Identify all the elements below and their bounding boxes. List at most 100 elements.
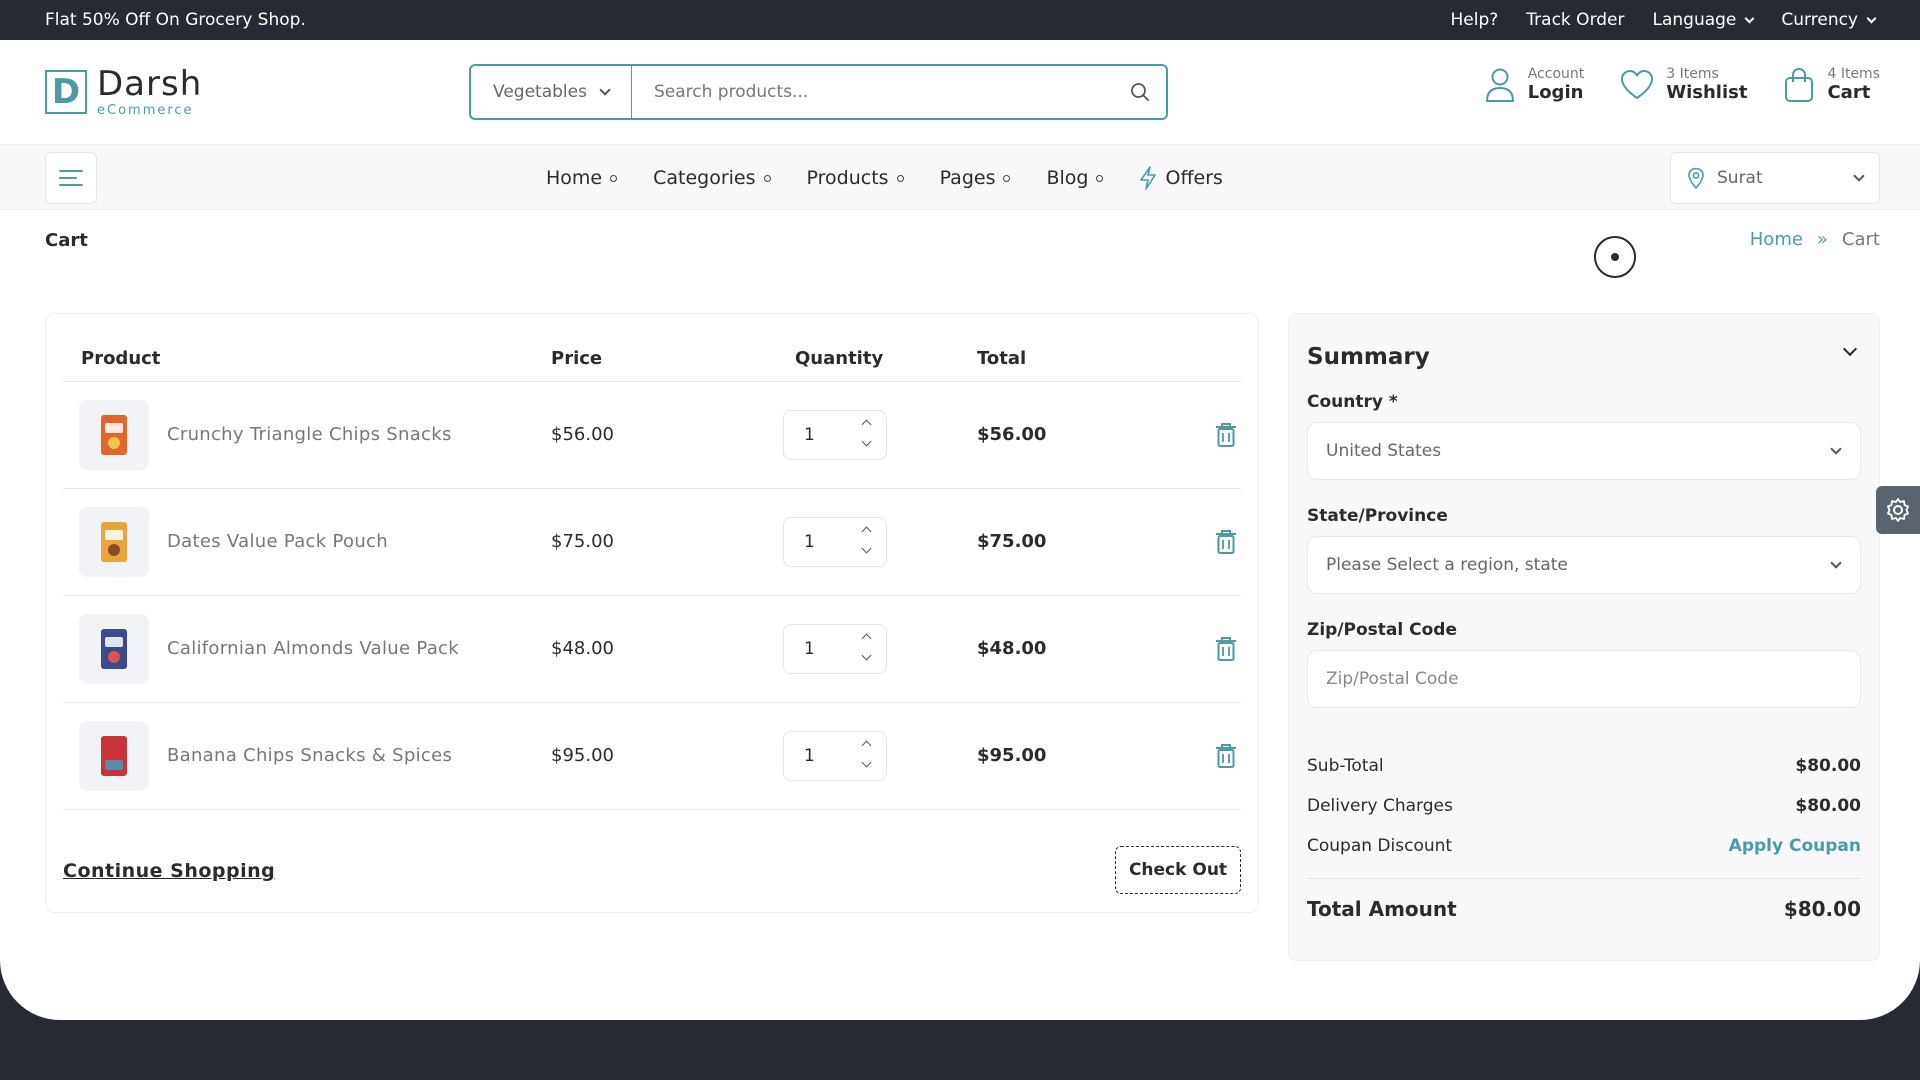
shopping-bag-icon <box>1785 67 1814 102</box>
coupon-label: Coupan Discount <box>1307 836 1453 856</box>
delete-item-button[interactable] <box>1215 422 1237 452</box>
quantity-stepper[interactable]: 1 <box>783 410 887 460</box>
menu-icon <box>59 170 83 186</box>
apply-coupon-link[interactable]: Apply Coupan <box>1729 836 1861 856</box>
quantity-stepper[interactable]: 1 <box>783 624 887 674</box>
heart-icon <box>1621 69 1654 99</box>
continue-shopping-link[interactable]: Continue Shopping <box>63 860 275 882</box>
logo[interactable]: D Darsh eCommerce <box>45 67 202 117</box>
chevron-down-icon[interactable] <box>861 650 872 661</box>
chevron-up-icon[interactable] <box>861 633 872 644</box>
chevron-up-icon[interactable] <box>861 419 872 430</box>
product-name[interactable]: Banana Chips Snacks & Spices <box>167 745 452 766</box>
nav-item-home[interactable]: Home <box>546 167 618 189</box>
row-total: $95.00 <box>977 745 1047 766</box>
chevron-up-icon[interactable] <box>861 526 872 537</box>
checkout-button[interactable]: Check Out <box>1115 846 1241 894</box>
delete-item-button[interactable] <box>1215 743 1237 773</box>
subtotal-label: Sub-Total <box>1307 756 1384 776</box>
row-total: $48.00 <box>977 638 1047 659</box>
trash-icon <box>1216 637 1236 661</box>
chevron-down-icon[interactable] <box>861 436 872 447</box>
product-name[interactable]: Californian Almonds Value Pack <box>167 638 459 659</box>
header: D Darsh eCommerce Vegetables Account Log… <box>0 40 1920 144</box>
chevron-down-icon[interactable] <box>861 543 872 554</box>
quantity-stepper[interactable]: 1 <box>783 731 887 781</box>
trash-icon <box>1216 530 1236 554</box>
breadcrumb-current: Cart <box>1841 229 1880 250</box>
dot-icon <box>763 174 771 182</box>
logo-mark: D <box>45 70 87 114</box>
dot-icon <box>1003 174 1011 182</box>
country-select[interactable]: United States <box>1307 422 1861 480</box>
cart-row: Californian Almonds Value Pack $48.00 1 … <box>63 596 1241 703</box>
cart-label: Cart <box>1827 82 1871 103</box>
search-icon[interactable] <box>1114 82 1166 102</box>
account-small-label: Account <box>1527 66 1585 82</box>
state-select[interactable]: Please Select a region, state <box>1307 536 1861 594</box>
location-select[interactable]: Surat <box>1670 152 1880 204</box>
account-login[interactable]: Account Login <box>1484 66 1585 103</box>
location-label: Surat <box>1717 168 1763 188</box>
nav-item-categories[interactable]: Categories <box>653 167 771 189</box>
dot-icon <box>610 174 618 182</box>
delivery-label: Delivery Charges <box>1307 796 1453 816</box>
chevron-down-icon[interactable] <box>861 757 872 768</box>
quantity-stepper[interactable]: 1 <box>783 517 887 567</box>
cart-row: Banana Chips Snacks & Spices $95.00 1 $9… <box>63 703 1241 810</box>
track-order-link[interactable]: Track Order <box>1526 10 1624 30</box>
product-pack-icon <box>101 629 127 669</box>
country-label: Country * <box>1307 392 1398 412</box>
nav-item-label: Home <box>546 167 603 189</box>
settings-button[interactable] <box>1876 486 1920 534</box>
help-link[interactable]: Help? <box>1451 10 1499 30</box>
product-name[interactable]: Crunchy Triangle Chips Snacks <box>167 424 452 445</box>
menu-toggle-button[interactable] <box>45 152 97 204</box>
product-name[interactable]: Dates Value Pack Pouch <box>167 531 388 552</box>
summary-header[interactable]: Summary <box>1307 314 1861 378</box>
wishlist-link[interactable]: 3 Items Wishlist <box>1620 66 1747 103</box>
breadcrumb-home[interactable]: Home <box>1750 229 1803 250</box>
search-input[interactable] <box>632 66 1114 118</box>
product-pack-icon <box>101 415 127 455</box>
product-price: $75.00 <box>551 531 614 552</box>
coupon-line: Coupan Discount Apply Coupan <box>1307 826 1861 866</box>
nav-item-products[interactable]: Products <box>807 167 904 189</box>
cart-table-header: Product Price Quantity Total <box>63 314 1241 382</box>
dot-icon <box>1096 174 1104 182</box>
cart-link[interactable]: 4 Items Cart <box>1783 66 1880 103</box>
nav-item-offers[interactable]: Offers <box>1139 166 1223 190</box>
delete-item-button[interactable] <box>1215 529 1237 559</box>
nav-item-blog[interactable]: Blog <box>1046 167 1104 189</box>
language-dropdown[interactable]: Language <box>1652 10 1755 30</box>
total-line: Total Amount $80.00 <box>1307 878 1861 921</box>
cart-footer: Continue Shopping Check Out <box>63 810 1241 930</box>
country-value: United States <box>1326 441 1442 461</box>
column-header-product: Product <box>81 348 161 369</box>
chevron-down-icon <box>599 83 611 96</box>
product-thumbnail[interactable] <box>79 614 149 684</box>
promo-text: Flat 50% Off On Grocery Shop. <box>45 10 306 30</box>
currency-dropdown[interactable]: Currency <box>1781 10 1877 30</box>
search-category-select[interactable]: Vegetables <box>471 66 632 118</box>
product-thumbnail[interactable] <box>79 507 149 577</box>
chevron-down-icon <box>1744 13 1755 23</box>
language-label: Language <box>1652 10 1737 30</box>
nav-item-pages[interactable]: Pages <box>940 167 1011 189</box>
chevron-down-icon[interactable] <box>1842 341 1858 357</box>
state-label: State/Province <box>1307 506 1448 526</box>
product-thumbnail[interactable] <box>79 721 149 791</box>
chevron-up-icon[interactable] <box>861 740 872 751</box>
wishlist-label: Wishlist <box>1666 82 1748 103</box>
nav-item-label: Pages <box>939 167 996 189</box>
brand-tagline: eCommerce <box>97 103 194 118</box>
mouse-cursor-indicator <box>1594 236 1636 278</box>
chevron-down-icon <box>1830 556 1842 569</box>
product-thumbnail[interactable] <box>79 400 149 470</box>
cart-row: Crunchy Triangle Chips Snacks $56.00 1 $… <box>63 382 1241 489</box>
state-value: Please Select a region, state <box>1326 555 1568 575</box>
quantity-value: 1 <box>804 746 815 766</box>
delete-item-button[interactable] <box>1215 636 1237 666</box>
zip-field[interactable] <box>1307 650 1861 708</box>
currency-label: Currency <box>1781 10 1858 30</box>
